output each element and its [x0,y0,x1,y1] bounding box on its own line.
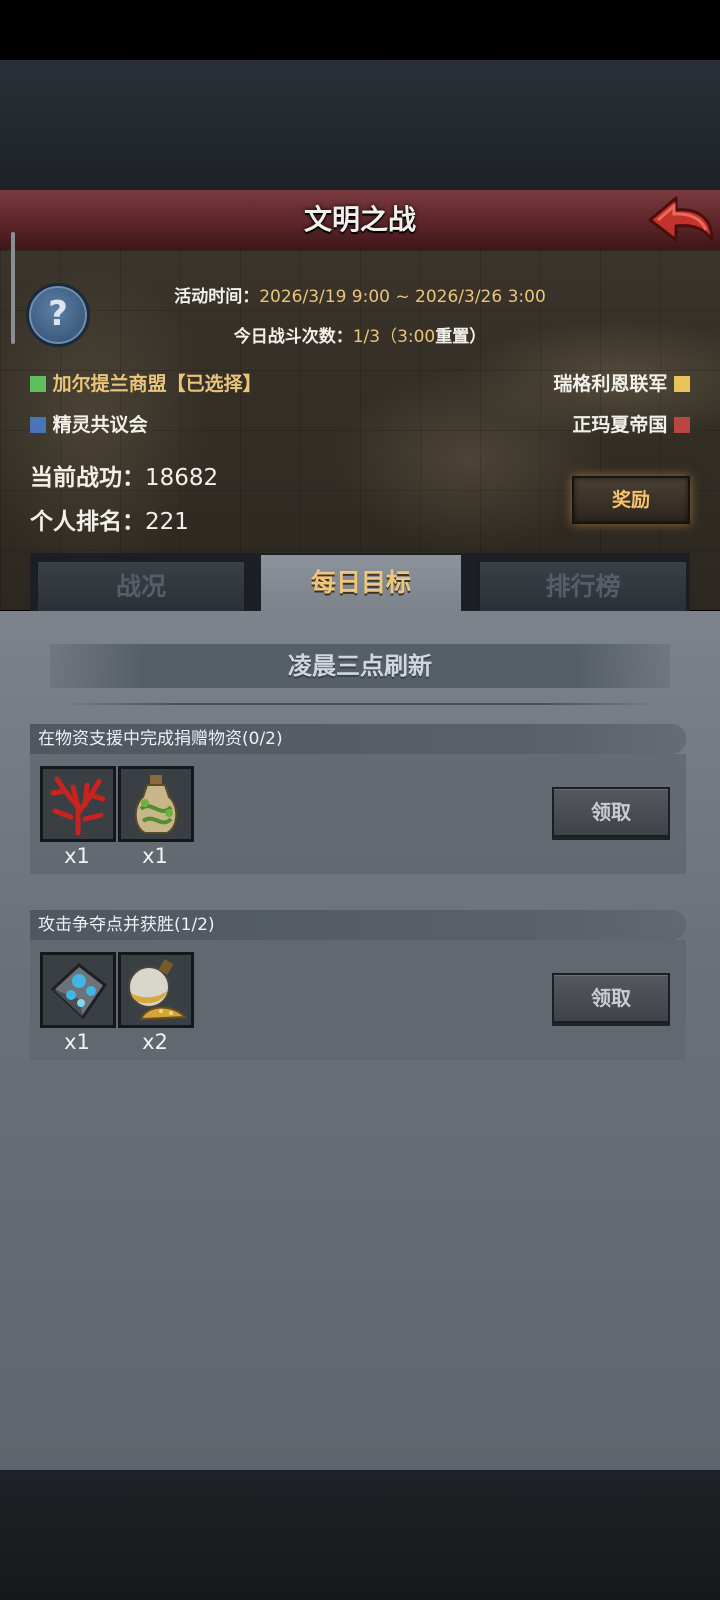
reward-item-slot[interactable] [40,952,116,1028]
tab-leaderboard[interactable]: 排行榜 [478,560,688,614]
battle-count-value: 1/3（3:00 [352,327,436,347]
reward-item-slot[interactable] [118,952,194,1028]
event-time-label: 活动时间： [174,287,260,307]
task-title: 在物资支援中完成捐赠物资(0/2) [30,724,686,754]
faction-color-swatch [30,417,46,433]
faction-color-swatch [674,417,690,433]
merit-value: 18682 [145,465,219,491]
faction-name: 瑞格利恩联军 [553,373,668,395]
back-button[interactable] [646,192,716,248]
faction-zhengmaxia-empire: 正玛夏帝国 [572,411,690,439]
merit-label: 当前战功： [30,465,145,491]
task-title: 攻击争夺点并获胜(1/2) [30,910,686,940]
faction-riglion: 瑞格利恩联军 [553,370,690,398]
item-quantity: x2 [142,1030,168,1054]
status-bar [0,0,720,60]
reward-item-slot[interactable] [118,766,194,842]
reward-item-slot[interactable] [40,766,116,842]
red-coral-icon [43,769,113,839]
gold-sand-flask-icon [121,955,191,1025]
current-merit: 当前战功：18682 [30,458,218,492]
page-title: 文明之战 [303,203,416,236]
vine-potion-icon [121,769,191,839]
bottom-backdrop [0,1470,720,1600]
event-time-value: 2026/3/19 9:00 ~ 2026/3/26 3:00 [259,287,546,307]
blue-crystal-ore-icon [43,955,113,1025]
rank-label: 个人排名： [30,509,145,535]
battle-reset-label: 重置） [435,327,487,347]
title-bar: 文明之战 [0,190,720,252]
faction-name: 正玛夏帝国 [572,414,668,436]
faction-color-swatch [674,376,690,392]
claim-button[interactable]: 领取 [552,973,670,1023]
claim-button[interactable]: 领取 [552,787,670,837]
divider [60,703,660,705]
faction-name: 精灵共议会 [52,414,148,436]
tab-battle-status[interactable]: 战况 [36,560,246,614]
faction-name: 加尔提兰商盟【已选择】 [52,373,262,395]
item-quantity: x1 [142,844,168,868]
rank-value: 221 [145,509,189,535]
faction-galtiran: 加尔提兰商盟【已选择】 [30,370,262,398]
task-card: 攻击争夺点并获胜(1/2) x1 x2 领取 [30,910,686,1060]
top-backdrop [0,60,720,190]
battle-count-line: 今日战斗次数：1/3（3:00重置） [0,322,720,347]
task-card: 在物资支援中完成捐赠物资(0/2) x1 x1 领取 [30,724,686,874]
battle-count-label: 今日战斗次数： [233,327,353,347]
item-quantity: x1 [64,1030,90,1054]
faction-elven-council: 精灵共议会 [30,411,148,439]
faction-color-swatch [30,376,46,392]
back-arrow-icon [648,196,714,242]
personal-rank: 个人排名：221 [30,502,189,536]
item-quantity: x1 [64,844,90,868]
reward-button[interactable]: 奖励 [572,476,690,524]
tab-daily-goals[interactable]: 每日目标 [261,555,461,611]
event-time-line: 活动时间：2026/3/19 9:00 ~ 2026/3/26 3:00 [0,282,720,307]
refresh-note: 凌晨三点刷新 [50,644,670,688]
